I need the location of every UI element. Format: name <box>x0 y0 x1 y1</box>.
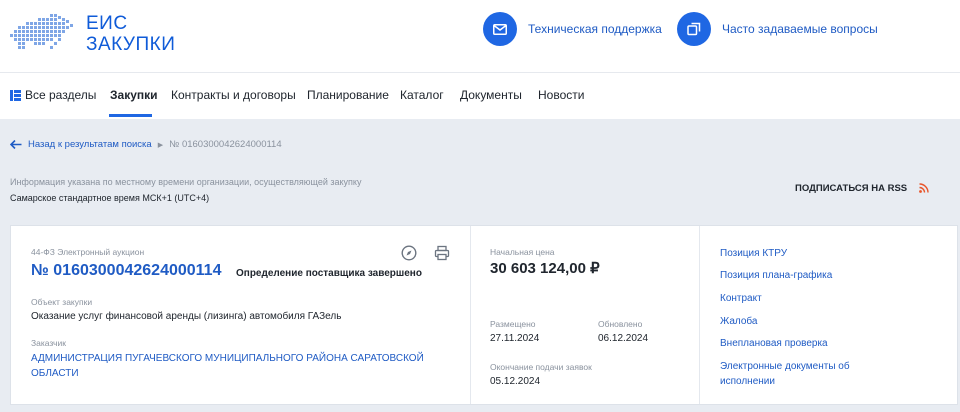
printer-icon[interactable] <box>434 245 450 261</box>
copy-icon <box>677 12 711 46</box>
nav-item-news[interactable]: Новости <box>538 88 584 102</box>
link-electronic-documents-line2: исполнении <box>720 376 775 387</box>
customer-line1: АДМИНИСТРАЦИЯ ПУГАЧЕВСКОГО МУНИЦИПАЛЬНОГ… <box>31 353 424 364</box>
nav-item-contracts[interactable]: Контракты и договоры <box>171 88 296 102</box>
breadcrumb-separator-icon: ▶ <box>157 141 164 149</box>
compass-icon[interactable] <box>401 245 417 261</box>
placed-label: Размещено <box>490 319 536 329</box>
site-header: ЕИС ЗАКУПКИ Техническая поддержка Часто … <box>0 0 960 72</box>
purchase-number[interactable]: № 0160300042624000114 <box>31 262 221 280</box>
customer-line2: ОБЛАСТИ <box>31 368 79 379</box>
price-value: 30 603 124,00 ₽ <box>490 260 600 277</box>
faq-link[interactable]: Часто задаваемые вопросы <box>677 12 878 46</box>
faq-label: Часто задаваемые вопросы <box>722 22 878 36</box>
status-badge: Определение поставщика завершено <box>236 268 422 279</box>
link-electronic-documents-line1: Электронные документы об <box>720 361 850 372</box>
russia-map-icon <box>10 14 73 49</box>
main-nav: Все разделы Закупки Контракты и договоры… <box>0 72 960 119</box>
support-label: Техническая поддержка <box>528 22 662 36</box>
link-unscheduled-inspection[interactable]: Внеплановая проверка <box>720 336 828 351</box>
logo-line1: ЕИС <box>86 13 128 34</box>
customer-label: Заказчик <box>31 338 66 348</box>
nav-item-all-sections[interactable]: Все разделы <box>10 88 96 102</box>
nav-label-all-sections: Все разделы <box>25 88 97 102</box>
logo[interactable] <box>10 12 80 56</box>
link-complaint[interactable]: Жалоба <box>720 314 757 329</box>
nav-item-documents[interactable]: Документы <box>460 88 522 102</box>
object-label: Объект закупки <box>31 297 93 307</box>
purchase-card: 44-ФЗ Электронный аукцион № 016030004262… <box>10 225 958 405</box>
breadcrumb: Назад к результатам поиска ▶ № 016030004… <box>10 139 282 150</box>
updated-label: Обновлено <box>598 319 643 329</box>
divider <box>470 226 471 404</box>
logo-line2: ЗАКУПКИ <box>86 34 176 55</box>
deadline-label: Окончание подачи заявок <box>490 362 592 372</box>
link-contract[interactable]: Контракт <box>720 291 762 306</box>
arrow-left-icon[interactable] <box>10 140 22 149</box>
law-type: 44-ФЗ Электронный аукцион <box>31 247 145 257</box>
mail-icon <box>483 12 517 46</box>
sections-icon <box>10 89 21 101</box>
back-to-results-link[interactable]: Назад к результатам поиска <box>28 139 152 150</box>
nav-item-purchases[interactable]: Закупки <box>110 88 158 102</box>
object-value: Оказание услуг финансовой аренды (лизинг… <box>31 311 342 322</box>
link-electronic-documents[interactable]: Электронные документы об исполнении <box>720 359 850 389</box>
breadcrumb-current: № 0160300042624000114 <box>169 139 282 150</box>
divider <box>699 226 700 404</box>
rss-icon[interactable] <box>919 183 929 193</box>
customer-link[interactable]: АДМИНИСТРАЦИЯ ПУГАЧЕВСКОГО МУНИЦИПАЛЬНОГ… <box>31 351 424 381</box>
timezone-note: Информация указана по местному времени о… <box>10 177 362 187</box>
nav-item-catalog[interactable]: Каталог <box>400 88 444 102</box>
active-tab-indicator <box>109 114 152 117</box>
rss-subscribe-link[interactable]: ПОДПИСАТЬСЯ НА RSS <box>795 183 907 194</box>
placed-value: 27.11.2024 <box>490 333 540 344</box>
link-plan-schedule-position[interactable]: Позиция плана-графика <box>720 268 832 283</box>
price-label: Начальная цена <box>490 247 555 257</box>
deadline-value: 05.12.2024 <box>490 376 541 387</box>
support-link[interactable]: Техническая поддержка <box>483 12 662 46</box>
logo-text[interactable]: ЕИС ЗАКУПКИ <box>86 13 175 55</box>
updated-value: 06.12.2024 <box>598 333 649 344</box>
timezone-value: Самарское стандартное время МСК+1 (UTC+4… <box>10 193 210 203</box>
link-ktru-position[interactable]: Позиция КТРУ <box>720 246 787 261</box>
nav-item-planning[interactable]: Планирование <box>307 88 389 102</box>
